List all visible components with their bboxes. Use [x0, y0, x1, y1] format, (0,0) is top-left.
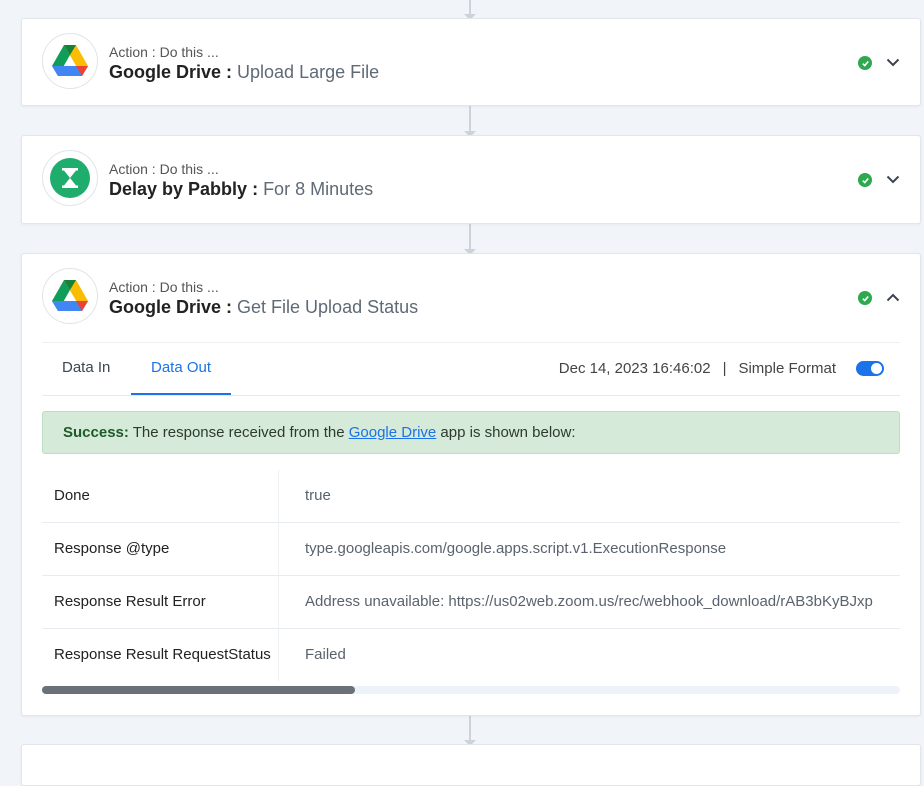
row-key: Response Result RequestStatus	[54, 646, 271, 663]
step-action-name: Get File Upload Status	[237, 297, 419, 317]
success-alert: Success: The response received from the …	[42, 411, 900, 454]
data-tabs: Data In Data Out Dec 14, 2023 16:46:02 |…	[42, 342, 900, 396]
step-subtitle: Action : Do this ...	[109, 161, 219, 177]
success-check-icon	[858, 56, 872, 70]
simple-format-toggle[interactable]	[856, 360, 884, 376]
chevron-down-icon[interactable]	[884, 53, 902, 71]
chevron-down-icon[interactable]	[884, 170, 902, 188]
step-title: Google Drive : Upload Large File	[109, 62, 379, 83]
success-check-icon	[858, 173, 872, 187]
step-action-name: Upload Large File	[237, 62, 380, 82]
table-row: Done true	[42, 470, 900, 523]
success-text-after: app is shown below:	[436, 424, 576, 441]
scrollbar-thumb[interactable]	[42, 686, 355, 694]
step-card-delay: Action : Do this ... Delay by Pabbly : F…	[21, 135, 921, 224]
table-row: Response @type type.googleapis.com/googl…	[42, 523, 900, 576]
step-card-next	[21, 744, 921, 786]
success-check-icon	[858, 291, 872, 305]
step-subtitle: Action : Do this ...	[109, 44, 219, 60]
step-header[interactable]: Action : Do this ... Google Drive : Uplo…	[22, 19, 920, 105]
row-value: Failed	[305, 646, 346, 663]
success-label: Success:	[63, 424, 129, 441]
step-separator: :	[247, 179, 264, 199]
step-app-name: Delay by Pabbly	[109, 179, 248, 199]
connector-top	[464, 0, 476, 20]
connector-3	[464, 716, 476, 746]
hourglass-icon	[42, 150, 98, 206]
tab-data-in[interactable]: Data In	[42, 343, 130, 393]
tab-data-out[interactable]: Data Out	[131, 343, 232, 395]
google-drive-icon	[42, 268, 98, 324]
connector-2	[464, 224, 476, 255]
connector-1	[464, 106, 476, 137]
step-header[interactable]: Action : Do this ... Delay by Pabbly : F…	[22, 136, 920, 222]
horizontal-scrollbar[interactable]	[42, 686, 900, 694]
row-key: Response Result Error	[54, 593, 206, 610]
response-timestamp: Dec 14, 2023 16:46:02	[558, 359, 711, 377]
step-header[interactable]: Action : Do this ... Google Drive : Get …	[22, 254, 920, 340]
step-card-get-file-upload-status: Action : Do this ... Google Drive : Get …	[21, 253, 921, 716]
step-title: Delay by Pabbly : For 8 Minutes	[109, 179, 373, 200]
simple-format-label: Simple Format	[738, 359, 836, 377]
step-separator: :	[221, 62, 238, 82]
step-card-upload-large-file: Action : Do this ... Google Drive : Uplo…	[21, 18, 921, 106]
table-row: Response Result RequestStatus Failed	[42, 629, 900, 681]
response-table[interactable]: Done true Response @type type.googleapis…	[42, 470, 900, 710]
chevron-up-icon[interactable]	[884, 288, 902, 306]
step-app-name: Google Drive	[109, 62, 222, 82]
row-value: type.googleapis.com/google.apps.script.v…	[305, 540, 727, 557]
google-drive-link[interactable]: Google Drive	[349, 424, 437, 441]
success-text-before: The response received from the	[128, 424, 349, 441]
row-value: true	[305, 487, 331, 504]
step-app-name: Google Drive	[109, 297, 222, 317]
table-row: Response Result Error Address unavailabl…	[42, 576, 900, 629]
step-separator: :	[221, 297, 238, 317]
step-action-name: For 8 Minutes	[263, 179, 374, 199]
row-key: Done	[54, 487, 90, 504]
meta-divider: |	[722, 359, 727, 377]
row-value: Address unavailable: https://us02web.zoo…	[305, 593, 873, 610]
step-subtitle: Action : Do this ...	[109, 279, 219, 295]
google-drive-icon	[42, 33, 98, 89]
step-title: Google Drive : Get File Upload Status	[109, 297, 418, 318]
response-meta: Dec 14, 2023 16:46:02 | Simple Format	[559, 343, 884, 393]
row-key: Response @type	[54, 540, 170, 557]
